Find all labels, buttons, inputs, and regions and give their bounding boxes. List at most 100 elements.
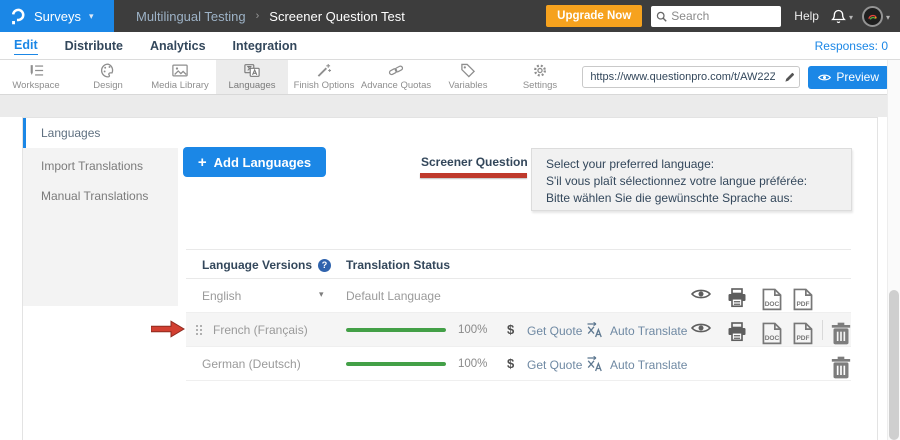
- progress-percentage: 100%: [458, 324, 487, 336]
- svg-text:DOC: DOC: [765, 335, 780, 342]
- survey-url-input[interactable]: [583, 71, 779, 83]
- tab-distribute[interactable]: Distribute: [65, 37, 123, 55]
- view-icon[interactable]: [691, 288, 711, 304]
- workspace-icon: [28, 63, 44, 78]
- languages-icon: [244, 63, 260, 78]
- toolbar-item-workspace[interactable]: Workspace: [0, 60, 72, 94]
- toolbar-label: Design: [93, 80, 123, 91]
- product-switcher[interactable]: Surveys ▾: [0, 0, 114, 32]
- toolbar-label: Workspace: [12, 80, 59, 91]
- help-link[interactable]: Help: [794, 9, 819, 23]
- view-icon[interactable]: [691, 322, 711, 338]
- account-menu[interactable]: ▾: [862, 6, 890, 27]
- breadcrumb-folder[interactable]: Multilingual Testing: [136, 9, 246, 24]
- toolbar-item-media-library[interactable]: Media Library: [144, 60, 216, 94]
- survey-url-field: [582, 66, 800, 88]
- table-header-row: Language Versions ? Translation Status: [186, 249, 851, 279]
- translation-progress-bar: [346, 328, 446, 332]
- toolbar-item-advance-quotas[interactable]: Advance Quotas: [360, 60, 432, 94]
- global-search[interactable]: [651, 6, 781, 27]
- delete-icon[interactable]: [831, 356, 851, 372]
- add-languages-button[interactable]: + Add Languages: [183, 147, 326, 177]
- auto-translate-link[interactable]: Auto Translate: [610, 324, 687, 338]
- prompt-line-english: Select your preferred language:: [546, 156, 837, 173]
- toolbar-item-variables[interactable]: Variables: [432, 60, 504, 94]
- edit-url-button[interactable]: [779, 67, 799, 87]
- survey-nav: Edit Distribute Analytics Integration Re…: [0, 32, 900, 60]
- design-icon: [100, 63, 116, 78]
- add-languages-label: Add Languages: [214, 155, 312, 170]
- scrollbar-track[interactable]: [887, 60, 900, 440]
- table-row-english: English ▾ Default Language DOC PDF: [186, 279, 851, 313]
- auto-translate-link[interactable]: Auto Translate: [610, 358, 687, 372]
- column-header-translation-status: Translation Status: [346, 258, 450, 272]
- sidebar-item-import-translations[interactable]: Import Translations: [23, 151, 178, 181]
- toolbar-label: Variables: [449, 80, 488, 91]
- doc-export-icon[interactable]: DOC: [762, 322, 782, 338]
- notifications-menu[interactable]: ▾: [831, 9, 853, 24]
- delete-icon[interactable]: [831, 322, 851, 338]
- language-versions-text: Language Versions: [202, 258, 312, 272]
- tab-edit[interactable]: Edit: [14, 36, 38, 55]
- preview-button[interactable]: Preview: [808, 66, 889, 89]
- advance-quotas-icon: [388, 63, 404, 78]
- doc-export-icon[interactable]: DOC: [762, 288, 782, 304]
- plus-icon: +: [198, 154, 207, 171]
- edit-toolbar: Workspace Design Media Library Languages: [0, 60, 900, 95]
- toolbar-label: Advance Quotas: [361, 80, 431, 91]
- prompt-line-german: Bitte wählen Sie die gewünschte Sprache …: [546, 190, 837, 207]
- product-name: Surveys: [34, 9, 81, 24]
- translate-icon[interactable]: [586, 356, 603, 372]
- svg-text:PDF: PDF: [796, 301, 809, 308]
- print-icon[interactable]: [727, 288, 747, 304]
- language-dropdown-caret-icon[interactable]: ▾: [319, 289, 324, 300]
- toolbar-item-finish-options[interactable]: Finish Options: [288, 60, 360, 94]
- breadcrumb-separator-icon: ›: [256, 10, 260, 22]
- sidebar-item-manual-translations[interactable]: Manual Translations: [23, 181, 178, 211]
- avatar: [862, 6, 883, 27]
- toolbar-label: Settings: [523, 80, 557, 91]
- toolbar-item-settings[interactable]: Settings: [504, 60, 576, 94]
- upgrade-now-button[interactable]: Upgrade Now: [546, 5, 642, 27]
- settings-icon: [532, 63, 548, 78]
- toolbar-item-design[interactable]: Design: [72, 60, 144, 94]
- translate-icon[interactable]: [586, 322, 603, 338]
- variables-icon: [460, 63, 476, 78]
- language-name: German (Deutsch): [202, 357, 301, 371]
- page-background-band: [0, 95, 900, 117]
- toolbar-item-languages[interactable]: Languages: [216, 60, 288, 94]
- media-library-icon: [172, 63, 188, 78]
- tab-analytics[interactable]: Analytics: [150, 37, 206, 55]
- toolbar-label: Media Library: [151, 80, 209, 91]
- svg-text:DOC: DOC: [765, 301, 780, 308]
- breadcrumb-survey-title[interactable]: Screener Question Test: [269, 9, 405, 24]
- chevron-down-icon: ▾: [886, 13, 890, 22]
- toolbar-label: Finish Options: [294, 80, 355, 91]
- drag-handle-icon[interactable]: [195, 324, 203, 336]
- print-icon[interactable]: [727, 322, 747, 338]
- scrollbar-thumb[interactable]: [889, 290, 899, 440]
- red-underline-annotation: [420, 173, 527, 178]
- red-arrow-annotation: [151, 320, 186, 338]
- responses-count[interactable]: Responses: 0: [815, 39, 900, 53]
- get-quote-link[interactable]: Get Quote: [527, 358, 582, 372]
- pdf-export-icon[interactable]: PDF: [793, 322, 813, 338]
- search-icon: [656, 11, 667, 22]
- dollar-icon[interactable]: $: [507, 322, 514, 337]
- eye-icon: [818, 73, 831, 82]
- get-quote-link[interactable]: Get Quote: [527, 324, 582, 338]
- language-name: French (Français): [213, 323, 308, 337]
- table-row-french: French (Français) 100% $ Get Quote Auto …: [186, 313, 851, 347]
- prompt-line-french: S'il vous plaît sélectionnez votre langu…: [546, 173, 837, 190]
- dollar-icon[interactable]: $: [507, 356, 514, 371]
- sidebar-item-languages[interactable]: Languages: [23, 118, 178, 148]
- progress-percentage: 100%: [458, 358, 487, 370]
- search-input[interactable]: [671, 9, 776, 23]
- pdf-export-icon[interactable]: PDF: [793, 288, 813, 304]
- screener-question-label: Screener Question :: [421, 155, 535, 169]
- languages-panel: Languages Import Translations Manual Tra…: [22, 117, 878, 440]
- toolbar-label: Languages: [228, 80, 275, 91]
- tab-integration[interactable]: Integration: [233, 37, 298, 55]
- help-circle-icon[interactable]: ?: [318, 259, 331, 272]
- svg-text:PDF: PDF: [796, 335, 809, 342]
